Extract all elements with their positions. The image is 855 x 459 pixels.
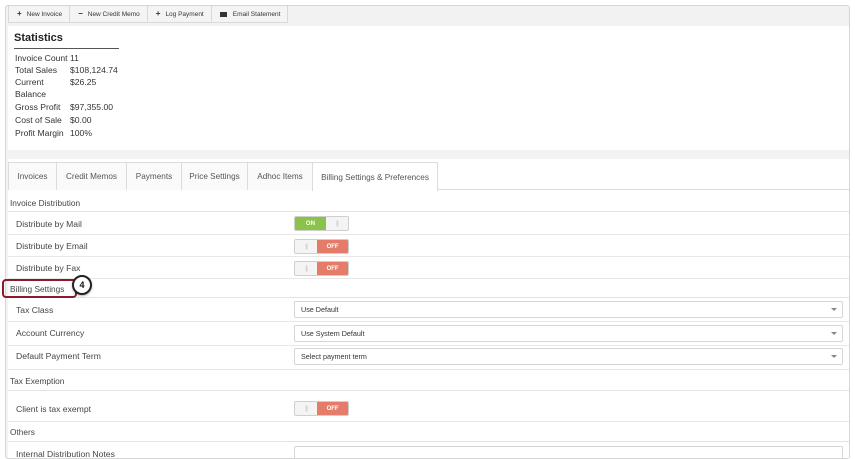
stat-label-cost-of-sale: Cost of Sale [15, 115, 62, 125]
account-currency-label: Account Currency [16, 328, 85, 338]
statistics-title: Statistics [14, 32, 63, 44]
toggle-knob-icon: ||| [295, 262, 318, 275]
plus-icon: + [17, 9, 22, 18]
email-statement-button[interactable]: Email Statement [211, 6, 289, 23]
stat-label-invoice-count: Invoice Count [15, 53, 68, 63]
chevron-down-icon [831, 308, 837, 311]
tab-panel: Invoices Credit Memos Payments Price Set… [8, 159, 849, 459]
section-others: Others [8, 423, 849, 442]
toggle-off: OFF [317, 240, 348, 253]
distribute-mail-toggle[interactable]: ON ||| [294, 216, 349, 231]
stat-label-profit-margin: Profit Margin [15, 128, 64, 138]
tax-class-value: Use Default [301, 305, 339, 314]
internal-notes-input[interactable] [294, 446, 843, 458]
tax-exempt-toggle[interactable]: ||| OFF [294, 401, 349, 416]
new-invoice-button[interactable]: + New Invoice [8, 6, 71, 23]
billing-settings-highlight [2, 279, 77, 298]
toggle-off: OFF [317, 402, 348, 415]
email-icon [219, 11, 227, 17]
section-invoice-distribution: Invoice Distribution [8, 195, 849, 212]
stat-value-current: $26.25 [70, 77, 97, 87]
section-tax-exemption: Tax Exemption [8, 372, 849, 391]
new-credit-memo-label: New Credit Memo [87, 10, 140, 18]
tax-class-label: Tax Class [16, 305, 54, 315]
tab-bar: Invoices Credit Memos Payments Price Set… [8, 162, 849, 191]
new-credit-memo-button[interactable]: − New Credit Memo [70, 6, 148, 23]
distribute-fax-toggle[interactable]: ||| OFF [294, 261, 349, 276]
divider [14, 48, 119, 49]
log-payment-button[interactable]: + Log Payment [147, 6, 212, 23]
account-currency-select[interactable]: Use System Default [294, 325, 843, 342]
section-billing-settings: Billing Settings [8, 281, 849, 298]
stat-label-balance: Balance [15, 89, 47, 99]
stat-value-profit-margin: 100% [70, 128, 92, 138]
distribute-fax-row: Distribute by Fax ||| OFF [8, 258, 849, 279]
stat-label-gross-profit: Gross Profit [15, 102, 61, 112]
distribute-mail-label: Distribute by Mail [16, 219, 82, 229]
tax-exempt-row: Client is tax exempt ||| OFF [8, 395, 849, 422]
stat-value-total-sales: $108,124.74 [70, 65, 118, 75]
stat-label-total-sales: Total Sales [15, 65, 58, 75]
log-payment-label: Log Payment [165, 10, 204, 18]
chevron-down-icon [831, 332, 837, 335]
toggle-knob-icon: ||| [325, 217, 348, 230]
tab-adhoc-items[interactable]: Adhoc Items [247, 162, 313, 190]
chevron-down-icon [831, 355, 837, 358]
app-frame: + New Invoice − New Credit Memo + Log Pa… [5, 5, 850, 459]
step-badge: 4 [72, 275, 92, 295]
toggle-off: OFF [317, 262, 348, 275]
internal-notes-row: Internal Distribution Notes [8, 444, 849, 459]
account-currency-value: Use System Default [301, 329, 365, 338]
tab-invoices[interactable]: Invoices [8, 162, 57, 190]
toolbar: + New Invoice − New Credit Memo + Log Pa… [8, 6, 289, 23]
plus-icon: + [155, 9, 161, 18]
toggle-on: ON [295, 217, 326, 230]
payment-term-value: Select payment term [301, 352, 367, 361]
distribute-email-toggle[interactable]: ||| OFF [294, 239, 349, 254]
distribute-mail-row: Distribute by Mail ON ||| [8, 213, 849, 235]
new-invoice-label: New Invoice [26, 10, 63, 18]
tab-payments[interactable]: Payments [126, 162, 182, 190]
distribute-email-row: Distribute by Email ||| OFF [8, 236, 849, 257]
internal-notes-label: Internal Distribution Notes [16, 449, 115, 459]
distribute-email-label: Distribute by Email [16, 241, 88, 251]
email-statement-label: Email Statement [232, 10, 281, 18]
account-currency-row: Account Currency Use System Default [8, 323, 849, 346]
tab-billing-settings[interactable]: Billing Settings & Preferences [312, 162, 438, 191]
tax-exempt-label: Client is tax exempt [16, 404, 91, 414]
tax-class-row: Tax Class Use Default [8, 299, 849, 322]
stat-label-current: Current [15, 77, 44, 87]
toggle-knob-icon: ||| [295, 240, 318, 253]
payment-term-row: Default Payment Term Select payment term [8, 347, 849, 370]
stat-value-cost-of-sale: $0.00 [70, 115, 92, 125]
tab-credit-memos[interactable]: Credit Memos [56, 162, 127, 190]
tax-class-select[interactable]: Use Default [294, 301, 843, 318]
minus-icon: − [78, 9, 83, 18]
tab-price-settings[interactable]: Price Settings [181, 162, 248, 190]
payment-term-select[interactable]: Select payment term [294, 348, 843, 365]
payment-term-label: Default Payment Term [16, 351, 101, 361]
stat-value-invoice-count: 11 [70, 53, 79, 63]
statistics-panel: Statistics Invoice Count 11 Total Sales … [8, 26, 849, 150]
distribute-fax-label: Distribute by Fax [16, 263, 81, 273]
stat-value-gross-profit: $97,355.00 [70, 102, 114, 112]
toggle-knob-icon: ||| [295, 402, 318, 415]
